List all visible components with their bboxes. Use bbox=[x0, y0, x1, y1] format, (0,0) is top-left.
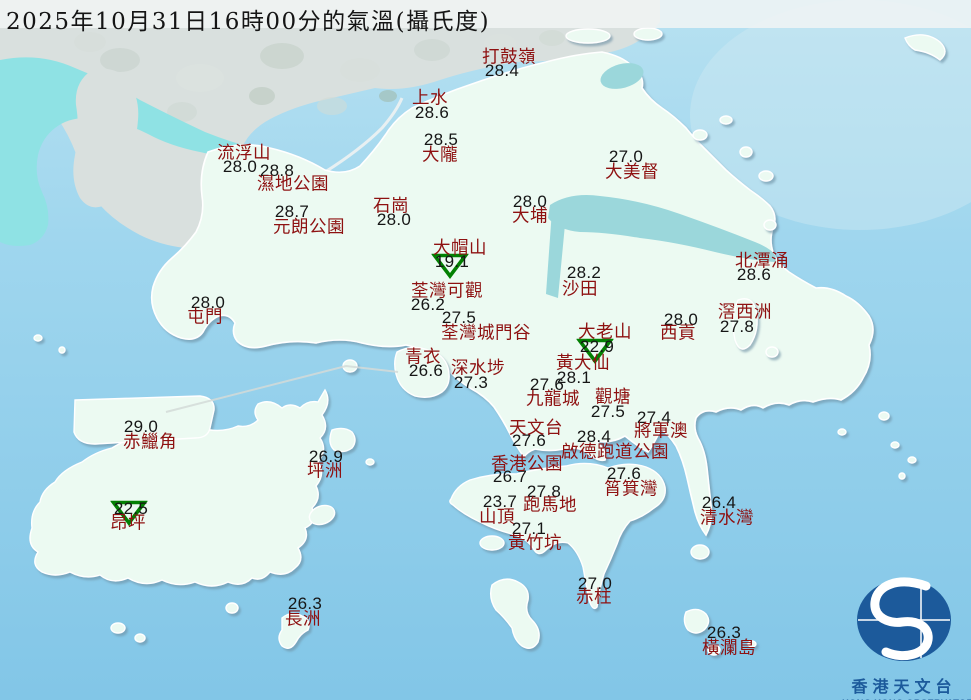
station-name-label: 打鼓嶺 bbox=[482, 47, 536, 68]
station-name-label: 大老山 bbox=[578, 322, 632, 343]
station-name-label: 觀塘 bbox=[595, 387, 631, 408]
station-name-label: 跑馬地 bbox=[523, 495, 577, 516]
station-name-label: 長洲 bbox=[285, 609, 321, 630]
station-name-label: 元朗公園 bbox=[273, 217, 345, 238]
station-name-label: 昂坪 bbox=[110, 513, 146, 534]
station-name-label: 大埔 bbox=[512, 206, 548, 227]
station-name-label: 大帽山 bbox=[433, 238, 487, 259]
station-name-label: 黃大仙 bbox=[556, 353, 610, 374]
station-name-label: 上水 bbox=[412, 88, 448, 109]
station-name-label: 濕地公園 bbox=[257, 174, 329, 195]
hko-logo: 香港天文台 HONG KONG OBSERVATORY bbox=[842, 574, 971, 700]
station-name-label: 深水埗 bbox=[451, 358, 505, 379]
station-name-label: 大美督 bbox=[605, 162, 659, 183]
station-name-label: 荃灣城門谷 bbox=[441, 323, 531, 344]
station-name-label: 赤鱲角 bbox=[123, 432, 177, 453]
station-name-label: 橫瀾島 bbox=[702, 638, 756, 659]
station-name-label: 屯門 bbox=[187, 307, 223, 328]
station-name-label: 大隴 bbox=[422, 145, 458, 166]
station-name-label: 坪洲 bbox=[307, 461, 343, 482]
station-layer: 28.4 打鼓嶺 28.6 上水 28.5 大隴 28.0 流浮山 28.8 濕地公園 28.7 元朗… bbox=[0, 0, 971, 700]
station-name-label: 赤柱 bbox=[576, 587, 612, 608]
station-name-label: 九龍城 bbox=[526, 389, 580, 410]
station-name-label: 香港公園 bbox=[491, 454, 563, 475]
station-name-label: 啟德跑道公園 bbox=[561, 442, 669, 463]
station-name-label: 黃竹坑 bbox=[508, 533, 562, 554]
station-name-label: 滘西洲 bbox=[718, 302, 772, 323]
station-name-label: 筲箕灣 bbox=[604, 479, 658, 500]
station-name-label: 青衣 bbox=[405, 347, 441, 368]
station-name-label: 天文台 bbox=[509, 418, 563, 439]
station-name-label: 荃灣可觀 bbox=[411, 281, 483, 302]
station-name-label: 沙田 bbox=[562, 279, 598, 300]
station-name-label: 石崗 bbox=[373, 196, 409, 217]
station-name-label: 北潭涌 bbox=[735, 251, 789, 272]
station-name-label: 清水灣 bbox=[700, 508, 754, 529]
hko-logo-cn-text: 香港天文台 bbox=[851, 677, 957, 696]
hko-logo-icon bbox=[857, 577, 951, 661]
station-name-label: 山頂 bbox=[479, 507, 515, 528]
hk-temperature-map: 2025年10月31日16時00分的氣溫(攝氏度) 28.4 打鼓嶺 28.6 上水 2… bbox=[0, 0, 971, 700]
map-title: 2025年10月31日16時00分的氣溫(攝氏度) bbox=[6, 9, 491, 35]
station-name-label: 西貢 bbox=[660, 323, 696, 344]
